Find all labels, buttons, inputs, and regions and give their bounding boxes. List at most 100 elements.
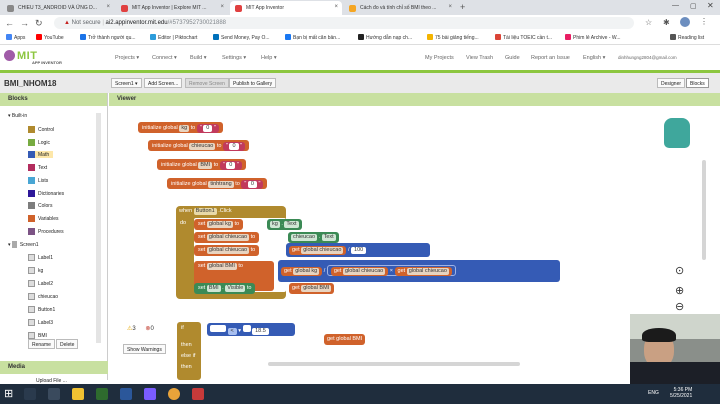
close-icon[interactable]: × bbox=[334, 4, 338, 10]
tree-item-label3[interactable]: Label3 bbox=[28, 319, 53, 326]
divide-block[interactable]: get global chieucao / 100 bbox=[286, 243, 430, 257]
bookmark-item[interactable]: 75 bài giảng tiếng... bbox=[427, 34, 479, 41]
clock[interactable]: 5:36 PM 5/25/2021 bbox=[670, 387, 692, 399]
guide-link[interactable]: Guide bbox=[505, 55, 520, 61]
maximize-icon[interactable]: ▢ bbox=[690, 2, 697, 10]
url-field[interactable]: ▲ Not secure | ai2.appinventor.mit.edu/#… bbox=[54, 17, 634, 29]
compare-block[interactable]: < ▾ 18.5 bbox=[207, 323, 295, 336]
app-icon[interactable] bbox=[192, 388, 204, 400]
view-trash-link[interactable]: View Trash bbox=[466, 55, 493, 61]
bookmark-item[interactable]: Bạn bị mất căn bản... bbox=[285, 34, 340, 41]
kg-text-getter[interactable]: kg . Text bbox=[267, 219, 302, 230]
close-icon[interactable]: × bbox=[448, 4, 452, 10]
tree-item-logic[interactable]: Logic bbox=[28, 139, 50, 146]
tree-item-kg[interactable]: kg bbox=[28, 267, 43, 274]
tree-item-label1[interactable]: Label1 bbox=[28, 254, 53, 261]
menu-connect[interactable]: Connect ▾ bbox=[152, 55, 177, 61]
tree-item-procedures[interactable]: Procedures bbox=[28, 228, 64, 235]
messenger-icon[interactable] bbox=[144, 388, 156, 400]
more-menu-icon[interactable]: ⋮ bbox=[700, 17, 708, 26]
profile-avatar[interactable] bbox=[680, 17, 690, 27]
start-icon[interactable]: ⊞ bbox=[4, 387, 13, 400]
bookmark-item[interactable]: Tài liệu TOEIC cần t... bbox=[495, 34, 552, 41]
extensions-icon[interactable]: ✱ bbox=[663, 18, 670, 27]
tree-item-math[interactable]: Math bbox=[28, 151, 54, 158]
bookmark-item[interactable]: YouTube bbox=[36, 34, 64, 41]
language-menu[interactable]: English ▾ bbox=[583, 55, 605, 61]
tree-item-text[interactable]: Text bbox=[28, 164, 47, 171]
star-icon[interactable]: ☆ bbox=[645, 18, 652, 27]
rename-button[interactable]: Rename bbox=[28, 339, 55, 349]
bookmark-item[interactable]: Editor | Piktochart bbox=[150, 34, 197, 41]
tree-item-control[interactable]: Control bbox=[28, 126, 54, 133]
close-icon[interactable]: × bbox=[106, 4, 110, 10]
init-global-tinhtrang-block[interactable]: initialize global tinhtrang to " 0 " bbox=[167, 178, 268, 189]
tree-item-label2[interactable]: Label2 bbox=[28, 280, 53, 287]
zoom-out-icon[interactable]: ⊖ bbox=[675, 300, 684, 313]
back-icon[interactable]: ← bbox=[5, 18, 14, 28]
browser-tab-active[interactable]: MIT App Inventor × bbox=[230, 1, 342, 15]
browser-tab[interactable]: CHIEU T3_ANDROID VÀ ỨNG D... × bbox=[2, 1, 114, 15]
tree-item-bmi[interactable]: BMI bbox=[28, 332, 47, 339]
bookmark-item[interactable]: Phim lẻ Archive - W... bbox=[565, 34, 621, 41]
designer-button[interactable]: Designer bbox=[657, 78, 686, 88]
close-icon[interactable]: × bbox=[220, 4, 224, 10]
blocks-workspace[interactable]: initialize global kg to " 0 " initialize… bbox=[110, 108, 720, 380]
remove-screen-button[interactable]: Remove Screen bbox=[185, 78, 229, 88]
reload-icon[interactable]: ↻ bbox=[35, 18, 43, 29]
browser-tab[interactable]: Cách đo và tính chỉ số BMI theo ... × bbox=[344, 1, 456, 15]
loose-get-global-bmi-block[interactable]: get global BMI bbox=[324, 334, 366, 345]
tree-item-colors[interactable]: Colors bbox=[28, 202, 52, 209]
account-menu[interactable]: dinhhungng2804@gmail.com bbox=[618, 55, 677, 60]
menu-build[interactable]: Build ▾ bbox=[190, 55, 207, 61]
init-global-chieucao-block[interactable]: initialize global chieucao to " 0 " bbox=[148, 140, 250, 151]
add-screen-button[interactable]: Add Screen... bbox=[144, 78, 183, 88]
zoom-in-icon[interactable]: ⊕ bbox=[675, 284, 684, 297]
chieucao-text-getter[interactable]: chieucao . Text bbox=[288, 232, 339, 243]
window-close-icon[interactable]: ✕ bbox=[707, 1, 714, 10]
chrome-icon[interactable] bbox=[168, 388, 180, 400]
tree-scrollbar[interactable] bbox=[96, 113, 101, 343]
menu-projects[interactable]: Projects ▾ bbox=[115, 55, 139, 61]
file-explorer-icon[interactable] bbox=[72, 388, 84, 400]
menu-settings[interactable]: Settings ▾ bbox=[222, 55, 246, 61]
set-bmi-visible-block[interactable]: set BMI . Visible to bbox=[194, 283, 256, 294]
backpack-icon[interactable] bbox=[664, 118, 690, 148]
bookmark-item[interactable]: Apps bbox=[6, 34, 25, 41]
workspace-v-scrollbar[interactable] bbox=[702, 160, 706, 260]
blocks-button[interactable]: Blocks bbox=[686, 78, 709, 88]
publish-gallery-button[interactable]: Publish to Gallery bbox=[229, 78, 277, 88]
tree-item-chieucao[interactable]: chieucao bbox=[28, 293, 58, 300]
new-tab-icon[interactable]: + bbox=[460, 2, 465, 12]
tree-screen1[interactable]: ▾ Screen1 bbox=[8, 241, 39, 248]
show-warnings-button[interactable]: Show Warnings bbox=[123, 344, 166, 354]
tree-item-lists[interactable]: Lists bbox=[28, 177, 48, 184]
task-view-icon[interactable] bbox=[48, 388, 60, 400]
tree-item-button1[interactable]: Button1 bbox=[28, 306, 55, 313]
my-projects-link[interactable]: My Projects bbox=[425, 55, 454, 61]
bmi-divide-block[interactable]: get global kg / get global chieucao × ge… bbox=[278, 260, 560, 282]
excel-icon[interactable] bbox=[96, 388, 108, 400]
tree-item-variables[interactable]: Variables bbox=[28, 215, 58, 222]
minimize-icon[interactable]: — bbox=[672, 2, 679, 9]
reading-list[interactable]: Reading list bbox=[670, 34, 704, 41]
word-icon[interactable] bbox=[120, 388, 132, 400]
center-target-icon[interactable]: ⊙ bbox=[675, 264, 684, 277]
bookmark-item[interactable]: Hướng dẫn nạp ch... bbox=[358, 34, 412, 41]
tree-item-dictionaries[interactable]: Dictionaries bbox=[28, 190, 64, 197]
set-global-chieucao-block[interactable]: set global chieucao to bbox=[194, 232, 260, 243]
forward-icon[interactable]: → bbox=[20, 18, 29, 28]
report-issue-link[interactable]: Report an Issue bbox=[531, 55, 570, 61]
init-global-kg-block[interactable]: initialize global kg to " 0 " bbox=[138, 122, 223, 133]
set-global-kg-block[interactable]: set global kg to bbox=[194, 219, 244, 230]
bookmark-item[interactable]: Trở thành người qu... bbox=[80, 34, 136, 41]
tree-builtin[interactable]: ▾ Built-in bbox=[8, 113, 27, 119]
delete-button[interactable]: Delete bbox=[56, 339, 79, 349]
bookmark-item[interactable]: Send Money, Pay O... bbox=[213, 34, 270, 41]
set-global-chieucao-block-2[interactable]: set global chieucao to bbox=[194, 245, 260, 256]
screen-dropdown[interactable]: Screen1 ▾ bbox=[111, 78, 142, 88]
workspace-h-scrollbar[interactable] bbox=[268, 362, 520, 366]
language-indicator[interactable]: ENG bbox=[648, 390, 659, 396]
menu-help[interactable]: Help ▾ bbox=[261, 55, 277, 61]
init-global-bmi-block[interactable]: initialize global BMI to " 0 " bbox=[157, 159, 246, 170]
